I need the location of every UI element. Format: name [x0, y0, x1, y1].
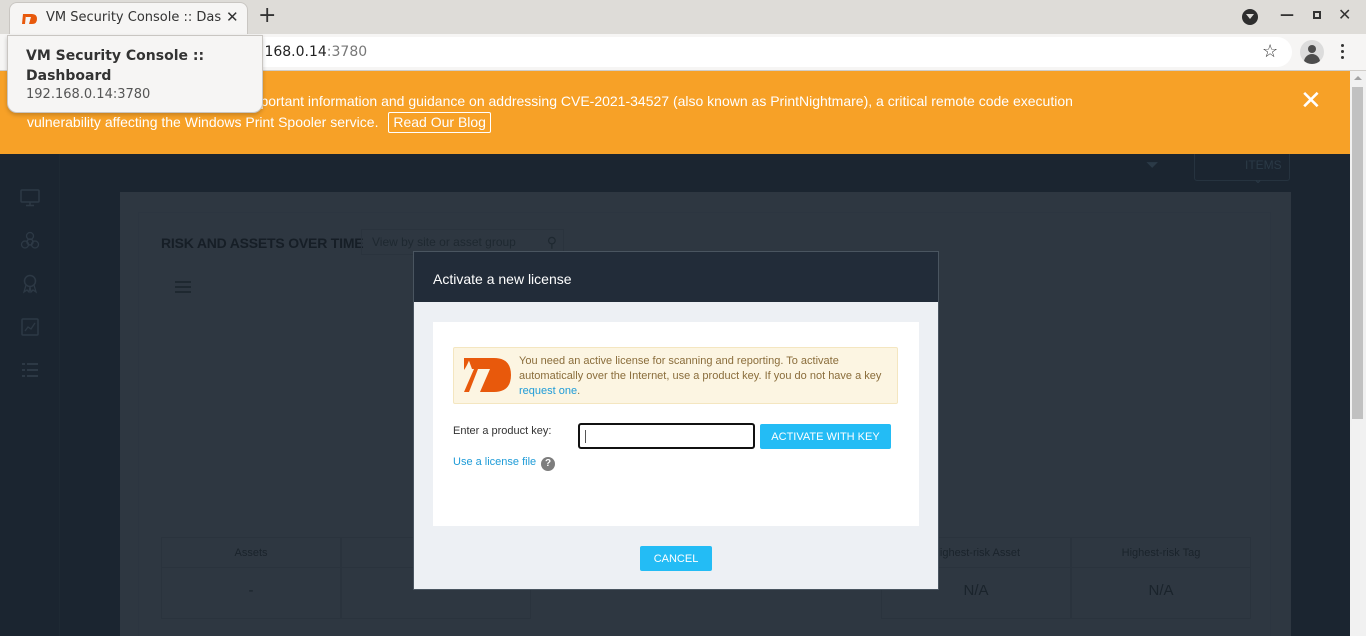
advisory-text-line2: vulnerability affecting the Windows Prin…: [27, 114, 379, 130]
rapid7-logo-icon: [464, 358, 511, 392]
license-notice: You need an active license for scanning …: [453, 347, 898, 404]
tab-title: VM Security Console :: Das: [46, 10, 222, 25]
biohazard-icon[interactable]: [20, 231, 40, 251]
stat-value: -: [248, 582, 254, 599]
notice-message: You need an active license for scanning …: [519, 355, 882, 382]
items-label: ITEMS: [1245, 158, 1282, 172]
search-icon[interactable]: ⚲: [547, 234, 557, 251]
chevron-down-icon: ⌄: [1253, 172, 1264, 186]
profile-avatar-icon[interactable]: [1300, 40, 1324, 64]
cancel-button[interactable]: CANCEL: [640, 546, 712, 571]
tab-search-dropdown-icon[interactable]: [1242, 9, 1258, 25]
tooltip-title-line1: VM Security Console ::: [26, 48, 205, 64]
tab-close-icon[interactable]: ✕: [226, 8, 239, 26]
stat-label: Assets: [162, 538, 340, 568]
maximize-icon[interactable]: [1313, 11, 1321, 19]
stat-label: Highest-risk Tag: [1072, 538, 1250, 568]
tooltip-url: 192.168.0.14:3780: [26, 87, 151, 102]
tab-hover-tooltip: VM Security Console :: Dashboard 192.168…: [7, 35, 263, 113]
stat-value: N/A: [1148, 582, 1174, 599]
read-blog-button[interactable]: Read Our Blog: [388, 112, 491, 133]
reports-chart-icon[interactable]: [20, 317, 40, 337]
award-ribbon-icon[interactable]: [20, 274, 40, 294]
tooltip-title-line2: Dashboard: [26, 68, 112, 84]
modal-title: Activate a new license: [414, 252, 938, 302]
stat-assets: Assets -: [161, 537, 341, 619]
minimize-icon[interactable]: —: [1280, 7, 1294, 23]
browser-menu-icon[interactable]: [1341, 44, 1345, 62]
stat-highest-risk-tag: Highest-risk Tag N/A: [1071, 537, 1251, 619]
rapid7-favicon-icon: [22, 14, 37, 24]
scrollbar-thumb[interactable]: [1352, 87, 1363, 419]
banner-close-icon[interactable]: ✕: [1300, 88, 1322, 114]
use-license-file-link[interactable]: Use a license file: [453, 456, 536, 468]
request-license-link[interactable]: request one: [519, 385, 577, 397]
bookmark-star-icon[interactable]: ☆: [1262, 41, 1278, 62]
scroll-up-arrow-icon[interactable]: [1354, 76, 1362, 80]
sidebar-nav: [0, 71, 60, 636]
activate-with-key-button[interactable]: ACTIVATE WITH KEY: [760, 424, 891, 449]
help-icon[interactable]: ?: [541, 457, 555, 471]
site-search-placeholder: View by site or asset group: [372, 235, 516, 249]
product-key-label: Enter a product key:: [453, 425, 552, 437]
page-scrollbar[interactable]: [1350, 71, 1366, 636]
new-tab-button[interactable]: +: [258, 3, 276, 28]
product-key-input[interactable]: [578, 423, 755, 449]
url-text: .168.0.14:3780: [260, 44, 367, 60]
activate-license-modal: Activate a new license You need an activ…: [413, 251, 939, 590]
browser-tab[interactable]: VM Security Console :: Das ✕: [9, 2, 248, 34]
url-host: .168.0.14: [260, 44, 327, 60]
chart-menu-icon[interactable]: [175, 281, 191, 296]
modal-body: You need an active license for scanning …: [433, 322, 919, 526]
notice-suffix: .: [577, 385, 581, 397]
list-icon[interactable]: [20, 360, 40, 380]
monitor-icon[interactable]: [20, 188, 40, 208]
window-close-icon[interactable]: ✕: [1338, 5, 1351, 24]
url-port: :3780: [326, 44, 368, 60]
notice-text: You need an active license for scanning …: [519, 354, 891, 399]
risk-assets-title: RISK AND ASSETS OVER TIME: [161, 235, 364, 251]
filter-icon[interactable]: ⏷: [1146, 157, 1159, 175]
browser-tab-strip: VM Security Console :: Das ✕ + — ✕: [0, 0, 1366, 34]
text-caret: [585, 430, 586, 443]
